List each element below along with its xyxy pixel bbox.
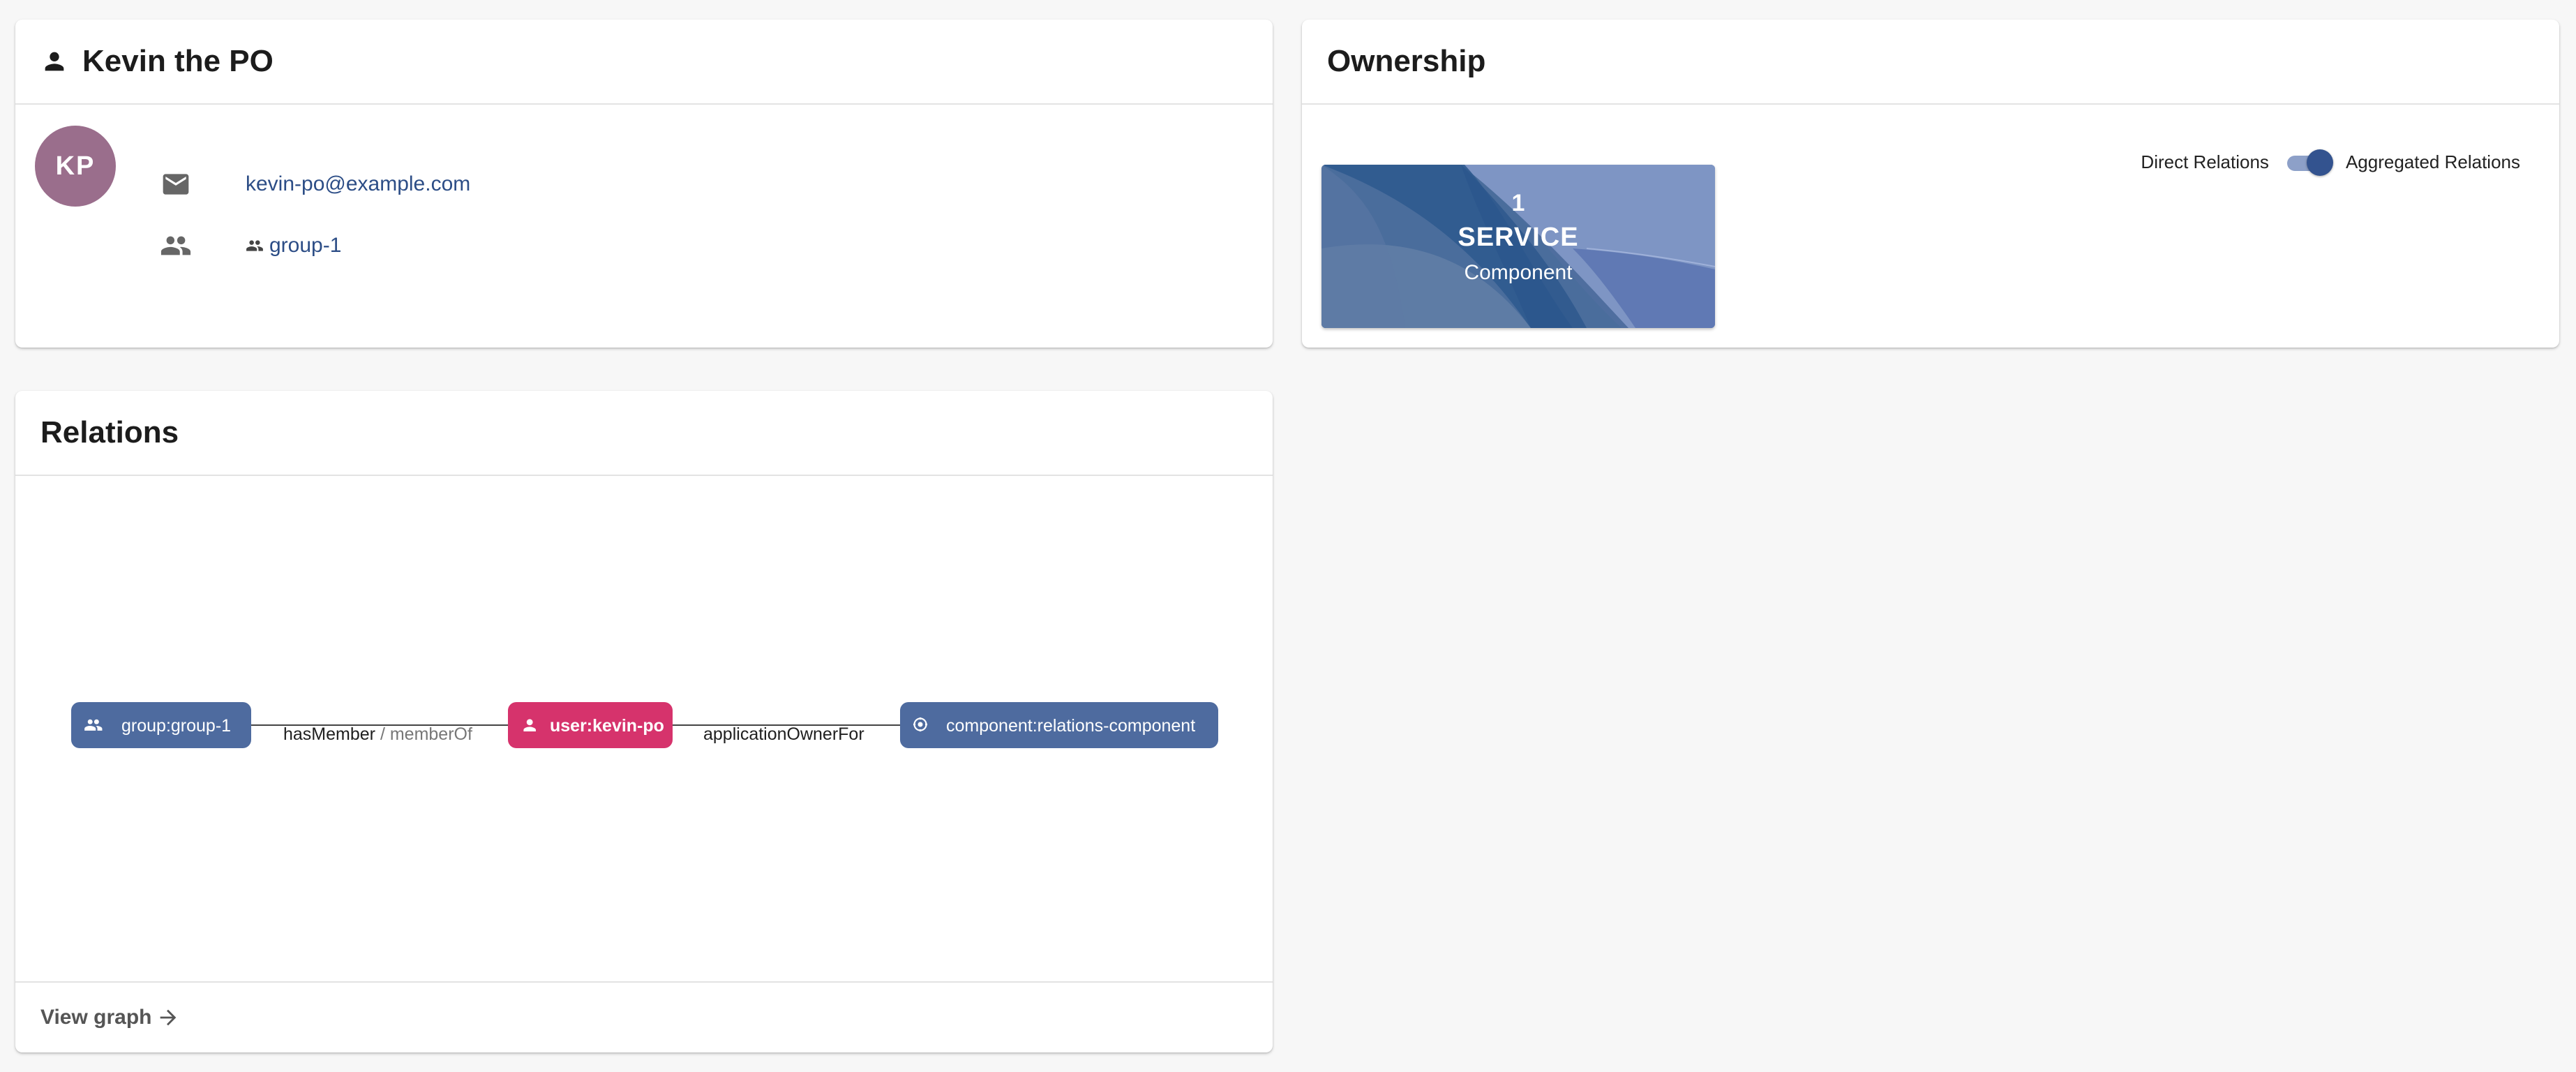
relations-toggle-row: Direct Relations Aggregated Relations [2141,148,2520,176]
user-profile-card: Kevin the PO KP kevin-po@example.com gro… [15,20,1273,348]
email-link[interactable]: kevin-po@example.com [246,172,470,196]
ownership-kind: Component [1464,261,1573,284]
ownership-count: 1 [1511,190,1525,216]
edge-label-separator: / [375,724,390,744]
ownership-title: Ownership [1327,44,1486,78]
ownership-type: SERVICE [1458,223,1579,252]
relations-card-header: Relations [15,391,1273,476]
view-graph-label: View graph [40,1006,152,1029]
edge-label-application-owner-for: applicationOwnerFor [703,724,864,744]
group-icon [159,229,193,262]
arrow-right-icon [156,1006,180,1029]
profile-card-header: Kevin the PO [15,20,1273,105]
graph-node-user[interactable]: user:kevin-po [508,702,673,748]
group-row: group-1 [159,229,341,262]
avatar: KP [35,126,116,207]
direct-relations-label: Direct Relations [2141,151,2269,172]
ownership-card: Ownership Direct Relations Aggregated Re… [1302,20,2559,348]
relations-graph[interactable]: hasMember / memberOf applicationOwnerFor… [15,477,1273,980]
ownership-card-header: Ownership [1302,20,2559,105]
group-link-label: group-1 [269,234,342,257]
email-row: kevin-po@example.com [159,168,470,201]
group-link[interactable]: group-1 [246,234,341,258]
edge-label-member-of: memberOf [390,724,472,744]
graph-node-component[interactable]: component:relations-component [900,702,1218,748]
edge-label-group-user: hasMember / memberOf [283,724,472,744]
profile-title: Kevin the PO [82,44,274,78]
relations-card-footer: View graph [15,981,1273,1052]
relations-type-switch[interactable] [2284,148,2333,176]
node-user-label: user:kevin-po [550,716,664,736]
switch-thumb[interactable] [2306,149,2333,176]
group-mini-icon [246,237,264,255]
edge-label-has-member: hasMember [283,724,375,744]
view-graph-link[interactable]: View graph [40,1006,180,1029]
aggregated-relations-label: Aggregated Relations [2345,151,2520,172]
tile-text: 1 SERVICE Component [1321,165,1715,328]
relations-card: Relations hasMember / memberOf applicati… [15,391,1273,1052]
email-icon [159,168,193,201]
person-icon [40,47,68,75]
node-group-label: group:group-1 [121,716,231,736]
graph-node-group[interactable]: group:group-1 [71,702,251,748]
ownership-tile-service[interactable]: 1 SERVICE Component [1321,165,1715,328]
node-component-label: component:relations-component [946,716,1195,736]
relations-title: Relations [40,415,179,449]
